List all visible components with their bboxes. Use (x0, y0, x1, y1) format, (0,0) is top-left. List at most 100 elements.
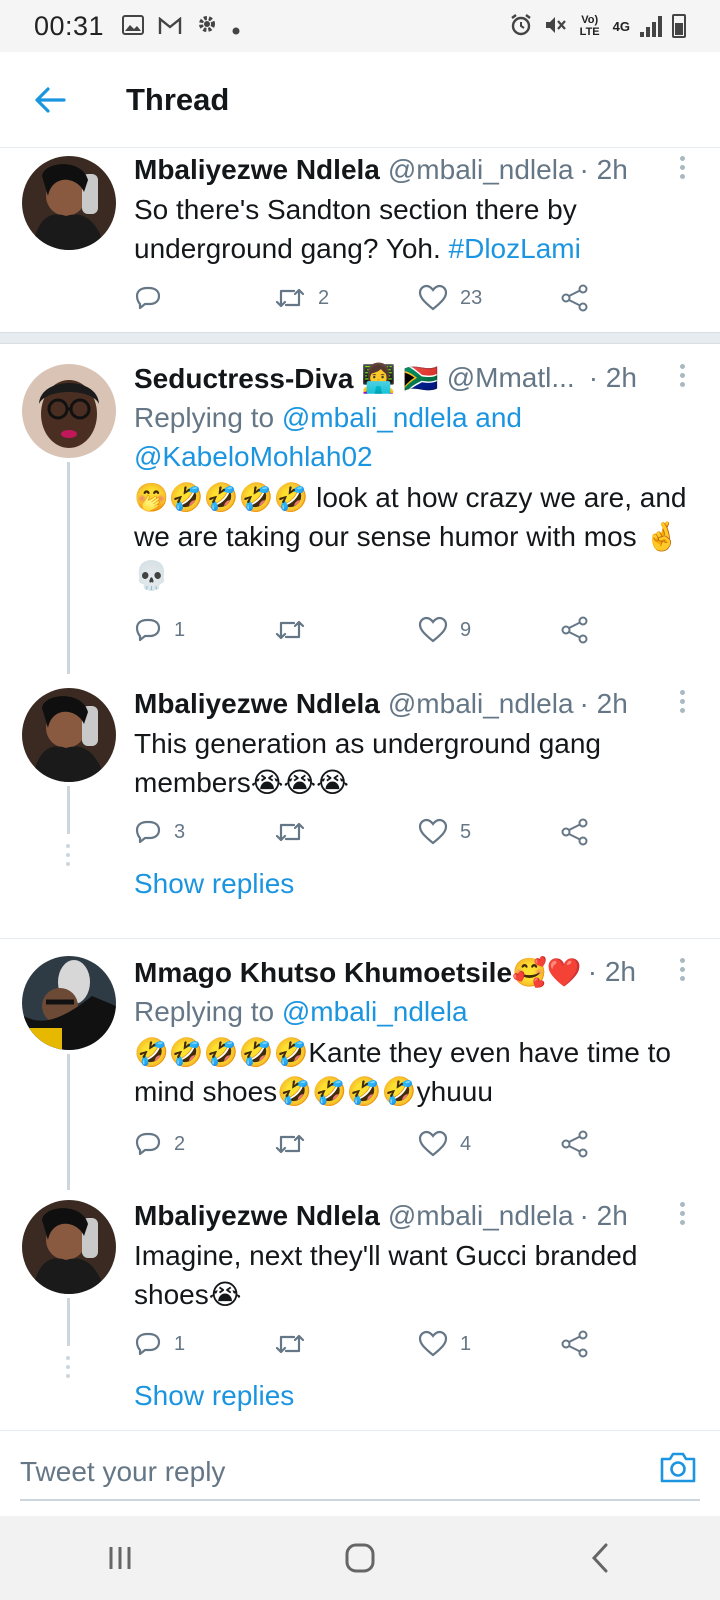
camera-button[interactable] (658, 1449, 698, 1489)
retweet-button[interactable] (274, 1124, 318, 1164)
section-divider (0, 938, 720, 939)
replying-to: Replying to @mbali_ndlela (134, 996, 468, 1027)
gmail-icon (158, 11, 182, 42)
author-name[interactable]: Seductress-Diva 👩‍💻 🇿🇦 (134, 362, 439, 395)
tweet-text: 🤣🤣🤣🤣🤣Kante they even have time to mind s… (134, 1037, 671, 1107)
like-button[interactable]: 4 (418, 1124, 471, 1164)
retweet-icon (275, 822, 305, 842)
reply-composer: Tweet your reply (0, 1430, 720, 1516)
dot-icon (232, 11, 240, 42)
retweet-button[interactable] (274, 610, 318, 650)
author-name[interactable]: Mmago Khutso Khumoetsile🥰❤️ (134, 956, 582, 989)
camera-icon (660, 1452, 696, 1483)
show-replies-link[interactable]: Show replies (134, 1380, 294, 1412)
share-button[interactable] (560, 1124, 590, 1164)
tweet[interactable]: Mbaliyezwe Ndlela @mbali_ndlela · 2h Imagi… (0, 1188, 720, 1430)
status-time: 00:31 (34, 10, 105, 41)
more-options-icon[interactable] (680, 156, 688, 183)
retweet-button[interactable] (274, 1324, 318, 1364)
back-nav-button[interactable] (570, 1528, 630, 1588)
more-options-icon[interactable] (680, 1202, 688, 1229)
retweet-icon (275, 620, 305, 640)
show-replies-link[interactable]: Show replies (134, 868, 294, 900)
tweet-actions: 2 4 (134, 1124, 654, 1164)
thread-dots (66, 844, 70, 871)
system-nav-bar (0, 1516, 720, 1600)
more-options-icon[interactable] (680, 958, 688, 985)
share-icon (561, 1330, 588, 1358)
tweet-actions: 3 5 (134, 812, 654, 852)
like-button[interactable]: 23 (418, 278, 482, 318)
tweet[interactable]: Mmago Khutso Khumoetsile🥰❤️ · 2h Replying… (0, 940, 720, 1190)
retweet-button[interactable]: 2 (274, 278, 329, 318)
reply-button[interactable]: 2 (134, 1124, 185, 1164)
reply-icon (135, 820, 161, 844)
recents-button[interactable] (90, 1528, 150, 1588)
reply-button[interactable]: 1 (134, 610, 185, 650)
back-arrow-icon (35, 86, 66, 113)
share-icon (561, 1130, 588, 1158)
avatar[interactable] (22, 364, 116, 458)
status-bar: 00:31 Vo) LTE 4G (0, 0, 720, 52)
reply-button[interactable]: 1 (134, 1324, 185, 1364)
alarm-icon (509, 13, 533, 40)
signal-icon (640, 15, 662, 37)
tweet-actions: 1 1 (134, 1324, 654, 1364)
like-button[interactable]: 9 (418, 610, 471, 650)
avatar[interactable] (22, 956, 116, 1050)
share-button[interactable] (560, 1324, 590, 1364)
share-button[interactable] (560, 278, 590, 318)
tweet-actions: 1 9 (134, 610, 654, 650)
tweet-actions: 2 23 (134, 278, 654, 318)
retweet-icon (275, 1334, 305, 1354)
mute-icon (543, 14, 567, 39)
more-options-icon[interactable] (680, 690, 688, 717)
thread-line (67, 786, 70, 834)
tweet[interactable]: Mbaliyezwe Ndlela @mbali_ndlela · 2h So th… (0, 148, 720, 332)
share-icon (561, 818, 588, 846)
reply-button[interactable]: 3 (134, 812, 185, 852)
retweet-icon (275, 288, 305, 308)
author-handle[interactable]: @mbali_ndlela (388, 1200, 574, 1232)
tweet-time: · 2h (587, 956, 636, 987)
more-options-icon[interactable] (680, 364, 688, 391)
section-divider (0, 332, 720, 344)
reply-input[interactable]: Tweet your reply (20, 1445, 700, 1501)
heart-icon (418, 616, 448, 643)
author-name[interactable]: Mbaliyezwe Ndlela (134, 688, 380, 720)
share-icon (561, 616, 588, 644)
tweet-time: · 2h (579, 688, 628, 719)
like-button[interactable]: 1 (418, 1324, 471, 1364)
like-button[interactable]: 5 (418, 812, 471, 852)
recents-icon (109, 1547, 131, 1569)
tweet-text: Imagine, next they'll want Gucci branded… (134, 1240, 638, 1310)
thread-dots (66, 1356, 70, 1383)
avatar[interactable] (22, 1200, 116, 1294)
home-button[interactable] (330, 1528, 390, 1588)
avatar[interactable] (22, 156, 116, 250)
thread-line (67, 1054, 70, 1190)
tweet[interactable]: Seductress-Diva 👩‍💻 🇿🇦 @Mmatl... · 2h Repl… (0, 344, 720, 674)
author-name[interactable]: Mbaliyezwe Ndlela (134, 1200, 380, 1232)
back-nav-icon (591, 1543, 608, 1573)
author-name[interactable]: Mbaliyezwe Ndlela (134, 154, 380, 186)
tweet[interactable]: Mbaliyezwe Ndlela @mbali_ndlela · 2h This … (0, 672, 720, 930)
author-handle[interactable]: @Mmatl... (447, 362, 575, 394)
replying-to-links[interactable]: @mbali_ndlela (282, 996, 468, 1027)
retweet-button[interactable] (274, 812, 318, 852)
share-button[interactable] (560, 812, 590, 852)
avatar[interactable] (22, 688, 116, 782)
thread-feed[interactable]: Mbaliyezwe Ndlela @mbali_ndlela · 2h So th… (0, 148, 720, 1430)
settings-icon (196, 11, 218, 42)
share-icon (561, 284, 588, 312)
author-handle[interactable]: @mbali_ndlela (388, 688, 574, 720)
tweet-text: 🤭🤣🤣🤣🤣 look at how crazy we are, and we a… (134, 482, 687, 591)
heart-icon (418, 818, 448, 845)
author-handle[interactable]: @mbali_ndlela (388, 154, 574, 186)
reply-button[interactable] (134, 278, 174, 318)
share-button[interactable] (560, 610, 590, 650)
tweet-text: This generation as underground gang memb… (134, 728, 602, 798)
thread-line (67, 1298, 70, 1346)
back-button[interactable] (30, 80, 70, 120)
hashtag-link[interactable]: #DlozLami (449, 233, 581, 264)
